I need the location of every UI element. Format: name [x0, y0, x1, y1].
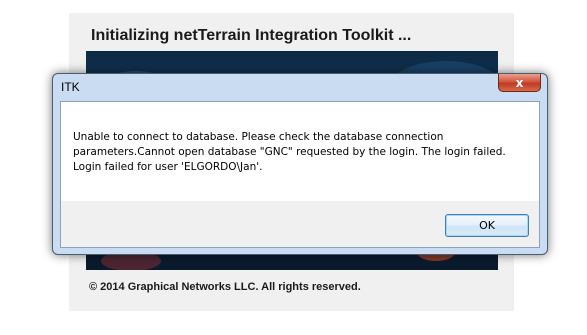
message-line: parameters.Cannot open database "GNC" re… — [73, 146, 506, 158]
close-icon: x — [515, 75, 524, 90]
ok-button[interactable]: OK — [445, 214, 529, 237]
dialog-content: Unable to connect to database. Please ch… — [60, 101, 540, 248]
close-button[interactable]: x — [498, 74, 541, 92]
splash-title: Initializing netTerrain Integration Tool… — [91, 27, 412, 44]
copyright-text: © 2014 Graphical Networks LLC. All right… — [89, 281, 361, 293]
dialog-titlebar[interactable]: ITK x — [53, 74, 547, 100]
message-line: Unable to connect to database. Please ch… — [73, 131, 444, 143]
error-message: Unable to connect to database. Please ch… — [73, 130, 533, 175]
message-line: Login failed for user 'ELGORDO\Jan'. — [73, 161, 263, 173]
message-area: Unable to connect to database. Please ch… — [61, 102, 539, 201]
screen: Initializing netTerrain Integration Tool… — [0, 0, 587, 335]
error-dialog: ITK x Unable to connect to database. Ple… — [52, 73, 548, 255]
dialog-title: ITK — [61, 80, 80, 94]
